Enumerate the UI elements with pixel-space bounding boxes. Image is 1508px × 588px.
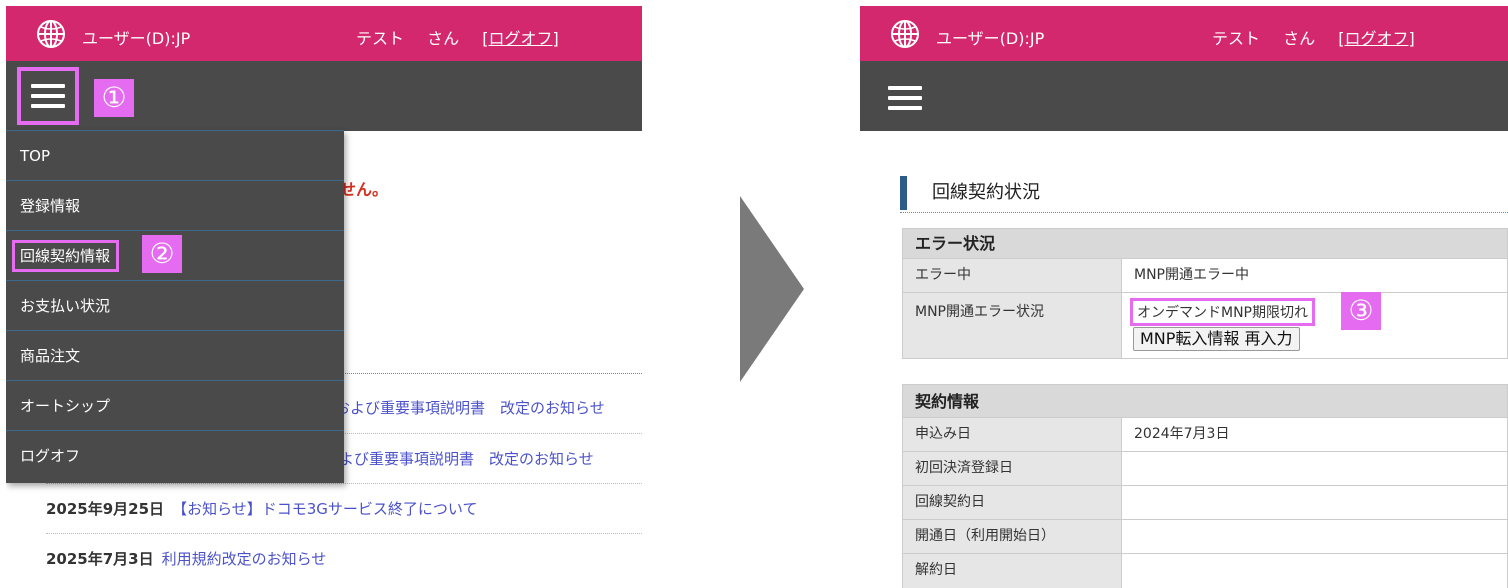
menu-item-top[interactable]: TOP <box>6 130 344 180</box>
logoff-bracket-close: ] <box>552 29 559 48</box>
menu-item-registration[interactable]: 登録情報 <box>6 180 344 230</box>
error-status-value: MNP開通エラー中 <box>1121 259 1507 292</box>
header-bar: ユーザー(D):JP テスト さん [ログオフ] <box>6 6 642 61</box>
menu-item-payment[interactable]: お支払い状況 <box>6 280 344 330</box>
table-row: 初回決済登録日 <box>903 452 1507 486</box>
table-row: MNP開通エラー状況 オンデマンドMNP期限切れ MNP転入情報 再入力 <box>903 293 1507 358</box>
table-row: エラー中 MNP開通エラー中 <box>903 259 1507 293</box>
news-link[interactable]: 利用規約改定のお知らせ <box>162 550 327 568</box>
title-divider <box>900 212 1508 213</box>
logoff-link[interactable]: ログオフ <box>1344 29 1408 48</box>
menu-item-logoff[interactable]: ログオフ <box>6 430 344 480</box>
user-label: ユーザー(D):JP <box>936 29 1045 48</box>
nav-bar <box>860 61 1508 131</box>
hamburger-menu-icon[interactable] <box>17 67 79 125</box>
news-item[interactable]: 2025年9月25日 【お知らせ】ドコモ3Gサービス終了について <box>46 498 477 519</box>
row-value <box>1121 554 1507 588</box>
row-label: 開通日（利用開始日） <box>915 528 1055 544</box>
row-value <box>1121 452 1507 485</box>
left-screen: ユーザー(D):JP テスト さん [ログオフ] ① せん。 および重要事項説明… <box>6 6 642 588</box>
news-date: 2025年9月25日 <box>46 500 165 518</box>
row-label: 回線契約日 <box>915 494 985 510</box>
menu-item-order[interactable]: 商品注文 <box>6 330 344 380</box>
user-name: テスト <box>356 29 405 48</box>
step-badge-1: ① <box>94 79 134 117</box>
greeting: テスト さん [ログオフ] <box>356 25 559 49</box>
header-bar: ユーザー(D):JP テスト さん [ログオフ] <box>860 6 1508 61</box>
hamburger-menu-icon[interactable] <box>874 69 936 127</box>
news-date: 2025年7月3日 <box>46 550 154 568</box>
row-value <box>1121 486 1507 519</box>
row-label: エラー中 <box>915 267 971 283</box>
row-label: 申込み日 <box>915 426 971 442</box>
row-divider <box>46 533 642 534</box>
section-divider <box>340 373 642 374</box>
news-item[interactable]: 2025年7月3日 利用規約改定のお知らせ <box>46 548 326 569</box>
news-link[interactable]: 【お知らせ】ドコモ3Gサービス終了について <box>172 500 477 518</box>
right-screen: ユーザー(D):JP テスト さん [ログオフ] 回線契約状況 エラー状況 エラ… <box>860 6 1508 588</box>
honorific: さん <box>1283 29 1316 48</box>
honorific: さん <box>427 29 460 48</box>
user-name: テスト <box>1212 29 1261 48</box>
row-value <box>1121 520 1507 553</box>
side-menu: TOP 登録情報 回線契約情報 お支払い状況 商品注文 オートシップ ログオフ <box>6 130 344 483</box>
row-label: 初回決済登録日 <box>915 460 1013 476</box>
row-label: MNP開通エラー状況 <box>915 304 1044 320</box>
page-title: 回線契約状況 <box>900 176 1040 210</box>
mnp-reentry-button[interactable]: MNP転入情報 再入力 <box>1133 327 1300 351</box>
step-badge-2: ② <box>142 235 182 273</box>
contract-info-table: 契約情報 申込み日 2024年7月3日 初回決済登録日 回線契約日 開通日（利用… <box>902 384 1508 588</box>
news-item[interactable]: および重要事項説明書 改定のお知らせ <box>335 397 605 418</box>
table-row: 申込み日 2024年7月3日 <box>903 418 1507 452</box>
logoff-link[interactable]: ログオフ <box>488 29 552 48</box>
news-link[interactable]: よび重要事項説明書 改定のお知らせ <box>339 450 594 468</box>
table-row: 回線契約日 <box>903 486 1507 520</box>
error-message-fragment: せん。 <box>340 180 389 199</box>
row-value: 2024年7月3日 <box>1121 418 1507 451</box>
table-row: 解約日 <box>903 554 1507 588</box>
news-item[interactable]: よび重要事項説明書 改定のお知らせ <box>339 448 594 469</box>
mnp-error-status: オンデマンドMNP期限切れ <box>1130 298 1315 326</box>
step-badge-3: ③ <box>1341 292 1381 330</box>
error-status-table: エラー状況 エラー中 MNP開通エラー中 MNP開通エラー状況 オンデマンドMN… <box>902 228 1508 359</box>
next-step-arrow-icon <box>740 196 804 382</box>
user-label: ユーザー(D):JP <box>82 29 191 48</box>
row-value-cell: オンデマンドMNP期限切れ MNP転入情報 再入力 <box>1121 293 1507 358</box>
greeting: テスト さん [ログオフ] <box>1212 25 1415 49</box>
table-heading: 契約情報 <box>903 385 1507 418</box>
logoff-bracket-close: ] <box>1408 29 1415 48</box>
row-divider <box>46 483 642 484</box>
menu-item-label: 回線契約情報 <box>12 240 120 272</box>
globe-icon <box>37 20 65 48</box>
globe-icon <box>891 20 919 48</box>
table-heading: エラー状況 <box>903 229 1507 259</box>
row-label: 解約日 <box>915 562 957 578</box>
table-row: 開通日（利用開始日） <box>903 520 1507 554</box>
menu-item-autoship[interactable]: オートシップ <box>6 380 344 430</box>
news-link[interactable]: および重要事項説明書 改定のお知らせ <box>335 399 605 417</box>
